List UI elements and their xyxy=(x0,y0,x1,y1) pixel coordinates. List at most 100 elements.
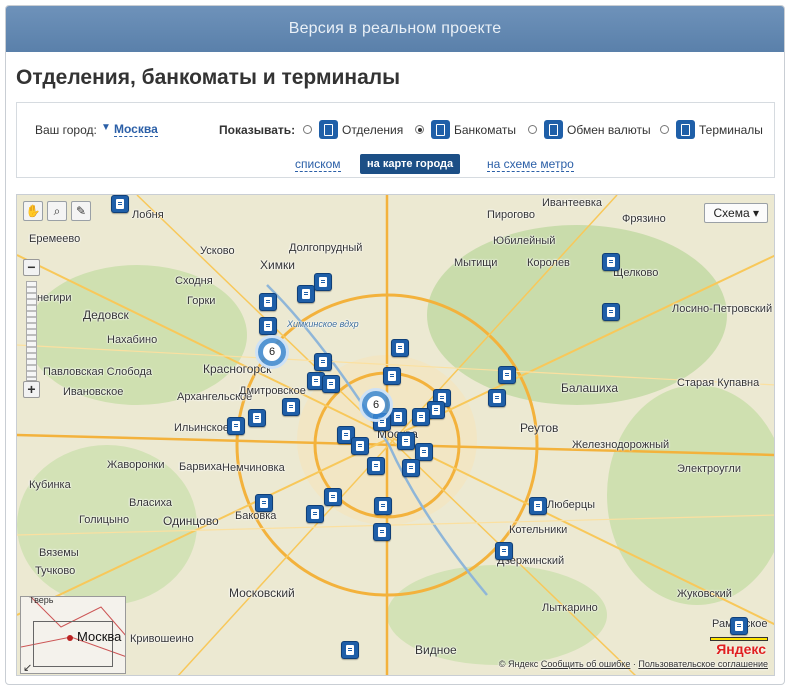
page-title: Отделения, банкоматы и терминалы xyxy=(16,66,401,89)
banner-text: Версия в реальном проекте xyxy=(288,20,502,37)
map-label: Железнодорожный xyxy=(572,439,670,451)
map-label: Кривошеино xyxy=(130,633,194,645)
atm-marker[interactable] xyxy=(341,641,359,659)
map-label: Павловская Слобода xyxy=(43,366,152,378)
atm-marker[interactable] xyxy=(324,488,342,506)
map-label: Дедовск xyxy=(83,308,129,322)
map-label: Кубинка xyxy=(29,479,71,491)
map-label: Люберцы xyxy=(547,499,596,511)
radio-branches[interactable] xyxy=(303,125,312,134)
map-label: Балашиха xyxy=(561,381,619,395)
currency-exchange-icon xyxy=(544,120,563,139)
atm-marker[interactable] xyxy=(259,293,277,311)
report-error-link[interactable]: Сообщить об ошибке xyxy=(541,659,631,669)
atm-marker[interactable] xyxy=(306,505,324,523)
atm-marker[interactable] xyxy=(322,375,340,393)
minimap[interactable]: Тверь Москва ↙ xyxy=(20,596,126,674)
map-label: Лосино-Петровский xyxy=(672,303,773,315)
map-label: Мытищи xyxy=(454,257,498,269)
map-label: Котельники xyxy=(509,524,568,536)
map-label: Тучково xyxy=(35,565,76,577)
map-label: Лыткарино xyxy=(542,602,598,614)
atm-marker[interactable] xyxy=(391,339,409,357)
map-label: Фрязино xyxy=(622,213,666,225)
atm-marker[interactable] xyxy=(351,437,369,455)
zoom-out-button[interactable]: − xyxy=(23,259,40,276)
map-label: Одинцово xyxy=(163,514,219,528)
minimap-viewport xyxy=(33,621,113,667)
atm-marker[interactable] xyxy=(730,617,748,635)
map-label: Власиха xyxy=(129,497,173,509)
city-label: Ваш город: xyxy=(35,123,97,137)
map[interactable]: Лобня Пирогово Ивантеевка Еремеево Долго… xyxy=(16,194,775,676)
atm-marker[interactable] xyxy=(314,273,332,291)
city-selector[interactable]: Москва xyxy=(114,123,158,137)
atm-marker[interactable] xyxy=(111,195,129,213)
radio-atms[interactable] xyxy=(415,125,424,134)
atm-marker[interactable] xyxy=(402,459,420,477)
hand-icon[interactable]: ✋ xyxy=(23,201,43,221)
atm-marker[interactable] xyxy=(227,417,245,435)
atm-marker[interactable] xyxy=(602,253,620,271)
atm-marker[interactable] xyxy=(314,353,332,371)
map-label: Жаворонки xyxy=(107,459,165,471)
chevron-down-icon[interactable]: ▼ xyxy=(101,122,111,133)
map-label: Вяземы xyxy=(39,547,79,559)
map-label: Жуковский xyxy=(677,588,732,600)
atm-marker[interactable] xyxy=(488,389,506,407)
atm-marker[interactable] xyxy=(412,408,430,426)
map-label: Электроугли xyxy=(677,463,741,475)
minimap-label-moscow: Москва xyxy=(77,629,122,644)
atm-marker[interactable] xyxy=(602,303,620,321)
radio-currency-exchange[interactable] xyxy=(528,125,537,134)
atm-marker[interactable] xyxy=(297,285,315,303)
logo-text: Яндекс xyxy=(716,641,766,657)
minimap-label-tver: Тверь xyxy=(29,596,54,605)
atm-marker[interactable] xyxy=(397,432,415,450)
map-type-selector[interactable]: Схема ▾ xyxy=(704,203,768,223)
option-branches[interactable]: Отделения xyxy=(303,120,403,139)
page-frame: Версия в реальном проекте Отделения, бан… xyxy=(5,5,785,685)
show-label: Показывать: xyxy=(219,123,296,137)
yandex-logo: Яндекс xyxy=(716,641,766,657)
atm-marker[interactable] xyxy=(498,366,516,384)
ruler-icon[interactable]: ✎ xyxy=(71,201,91,221)
magnifier-icon[interactable]: ⌕ xyxy=(47,201,67,221)
view-list-link[interactable]: списком xyxy=(295,158,341,172)
option-atms[interactable]: Банкоматы xyxy=(415,120,516,139)
cluster-count: 6 xyxy=(367,396,385,414)
map-label: Ивантеевка xyxy=(542,197,602,209)
minimap-collapse-icon[interactable]: ↙ xyxy=(23,661,32,673)
atm-marker[interactable] xyxy=(383,367,401,385)
atm-marker[interactable] xyxy=(529,497,547,515)
map-label: Ильинское xyxy=(174,422,229,434)
copyright-text: © Яндекс xyxy=(498,659,539,669)
atm-marker[interactable] xyxy=(374,497,392,515)
atm-cluster[interactable]: 6 xyxy=(359,388,393,422)
zoom-in-button[interactable]: + xyxy=(23,381,40,398)
radio-terminals[interactable] xyxy=(660,125,669,134)
option-terminals[interactable]: Терминалы xyxy=(660,120,763,139)
user-agreement-link[interactable]: Пользовательское соглашение xyxy=(638,659,768,669)
atm-marker[interactable] xyxy=(495,542,513,560)
map-label: Видное xyxy=(415,643,457,657)
atm-marker[interactable] xyxy=(259,317,277,335)
banner: Версия в реальном проекте xyxy=(6,6,784,52)
atm-marker[interactable] xyxy=(367,457,385,475)
map-label: Барвиха xyxy=(179,461,222,473)
atm-marker[interactable] xyxy=(248,409,266,427)
atm-cluster[interactable]: 6 xyxy=(255,335,289,369)
view-city-map-button[interactable]: на карте города xyxy=(360,154,461,174)
atm-marker[interactable] xyxy=(373,523,391,541)
minimap-city-dot xyxy=(67,635,73,641)
map-label: Нахабино xyxy=(107,334,158,346)
zoom-slider[interactable] xyxy=(26,281,37,381)
branch-icon xyxy=(319,120,338,139)
atm-marker[interactable] xyxy=(255,494,273,512)
filter-panel: Ваш город: ▼ Москва Показывать: Отделени… xyxy=(16,102,775,178)
atm-marker[interactable] xyxy=(282,398,300,416)
option-currency-exchange[interactable]: Обмен валюты xyxy=(528,120,651,139)
option-label: Банкоматы xyxy=(454,122,517,137)
view-metro-link[interactable]: на схеме метро xyxy=(487,158,574,172)
terminal-icon xyxy=(676,120,695,139)
